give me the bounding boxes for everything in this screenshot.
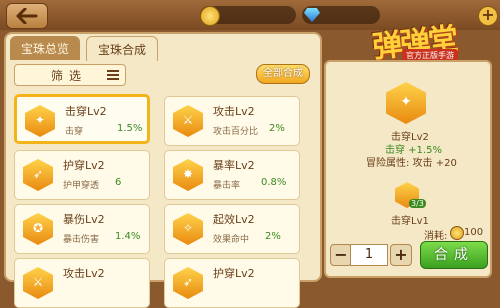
crit-damage-gem-icon: ✪ xyxy=(23,213,53,245)
card-stat: 护甲穿透 xyxy=(63,181,100,191)
filter-label: 筛选 xyxy=(51,69,88,83)
card-name: 攻击Lv2 xyxy=(63,267,105,280)
gem-card[interactable]: ✸ 暴率Lv2 暴击率 0.8% xyxy=(164,150,300,200)
merge-button[interactable]: 合成 xyxy=(420,241,488,269)
card-value: 2% xyxy=(265,231,281,242)
card-value: 1.4% xyxy=(115,231,141,242)
filter-button[interactable]: 筛选 xyxy=(14,64,126,86)
game-logo: 弹弹堂 官方正版手游 xyxy=(371,12,492,65)
gem-card[interactable]: ✧ 起效Lv2 效果命中 2% xyxy=(164,204,300,254)
card-stat: 暴击率 xyxy=(213,181,241,191)
source-gem-name: 击穿Lv1 xyxy=(391,216,429,227)
card-stat: 击穿 xyxy=(65,127,84,137)
coin-icon xyxy=(200,6,220,26)
gem-card[interactable]: ✪ 暴伤Lv2 暴击伤害 1.4% xyxy=(14,204,150,254)
source-count-badge: 3/3 xyxy=(409,199,426,208)
list-icon xyxy=(107,70,119,80)
gem-card[interactable]: ⚔ 攻击Lv2 攻击百分比 2% xyxy=(164,96,300,146)
back-arrow-icon xyxy=(16,8,38,24)
card-stat: 效果命中 xyxy=(213,235,250,245)
tab-gem-overview[interactable]: 宝珠总览 xyxy=(10,36,80,60)
cost-value: 100 xyxy=(464,227,484,238)
tab-gem-merge[interactable]: 宝珠合成 xyxy=(86,36,158,61)
card-name: 起效Lv2 xyxy=(213,213,255,226)
increment-button[interactable]: + xyxy=(390,244,412,266)
gem-card[interactable]: ⚔ 攻击Lv2 xyxy=(14,258,150,308)
gem-card[interactable]: ✦ 击穿Lv2 击穿 1.5% xyxy=(14,94,150,144)
adventure-attribute: 冒险属性: 攻击 +20 xyxy=(366,158,457,169)
coin-icon xyxy=(450,226,464,240)
effect-hit-gem-icon: ✧ xyxy=(173,213,203,245)
armor-pierce-gem-icon: ➶ xyxy=(23,159,53,191)
back-button[interactable] xyxy=(6,3,48,29)
merge-all-button[interactable]: 全部合成 xyxy=(256,64,310,84)
card-name: 击穿Lv2 xyxy=(65,105,107,118)
attack-gem-icon: ⚔ xyxy=(23,267,53,299)
card-name: 攻击Lv2 xyxy=(213,105,255,118)
quantity-input[interactable]: 1 xyxy=(350,244,388,266)
card-stat: 攻击百分比 xyxy=(213,127,259,137)
gem-card[interactable]: ➶ 护穿Lv2 xyxy=(164,258,300,308)
attack-gem-icon: ⚔ xyxy=(173,105,203,137)
armor-pierce-gem-icon: ➶ xyxy=(173,267,203,299)
card-name: 暴率Lv2 xyxy=(213,159,255,172)
card-value: 2% xyxy=(269,123,285,134)
card-name: 护穿Lv2 xyxy=(213,267,255,280)
card-stat: 暴击伤害 xyxy=(63,235,100,245)
decrement-button[interactable]: − xyxy=(330,244,352,266)
card-name: 暴伤Lv2 xyxy=(63,213,105,226)
card-value: 0.8% xyxy=(261,177,287,188)
card-value: 6 xyxy=(115,177,122,188)
penetrate-gem-icon: ✦ xyxy=(25,105,55,137)
card-name: 护穿Lv2 xyxy=(63,159,105,172)
cost-label: 消耗: xyxy=(424,231,448,242)
card-value: 1.5% xyxy=(117,123,143,134)
gem-card[interactable]: ➶ 护穿Lv2 护甲穿透 6 xyxy=(14,150,150,200)
crit-rate-gem-icon: ✸ xyxy=(173,159,203,191)
